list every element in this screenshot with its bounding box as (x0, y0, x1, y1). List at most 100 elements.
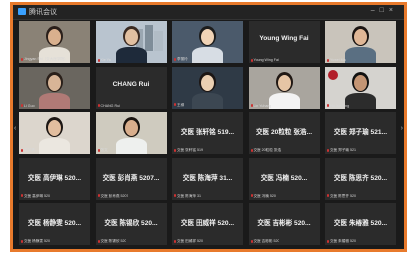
participant-name-display: 交医 张轩铭 519... (180, 129, 235, 136)
participant-tile[interactable]: Jingyan Shi（交大医学院） (19, 21, 90, 63)
participant-tile[interactable]: Ho Jun Ting (325, 66, 396, 109)
participant-name-text: 交医 20粒粒 张浩 (253, 148, 282, 152)
window-controls[interactable]: –□× (371, 7, 398, 14)
participant-name-text: 交医 冯楠 520 (253, 193, 276, 198)
participant-name-label: Young Wing Fai (250, 58, 279, 62)
mic-muted-icon (327, 194, 329, 198)
participant-name-display: 交医 朱椿雅 520... (333, 220, 388, 227)
participant-tile[interactable]: 李丽玲 (172, 21, 243, 63)
participant-name-display: 交医 彭肖燕 5207... (102, 174, 160, 182)
mic-muted-icon (21, 104, 23, 108)
participant-name-text: Lin Yuhang (253, 103, 272, 108)
participant-tile[interactable]: Lin Yuhang (248, 66, 320, 109)
previous-page-icon[interactable]: ‹ (14, 125, 16, 132)
participant-name-label: 交医 张轩铭 519 (174, 148, 203, 153)
meeting-window: 腾讯会议 –□× ‹ › Jingyan Shi（交大医学院） Xie Ya 李丽玲… (10, 2, 407, 252)
participant-name-text: Xie Ya (100, 58, 111, 62)
participant-tile[interactable]: Yuwei Ma (325, 21, 396, 63)
participant-name-text: 交医 张轩铭 519 (177, 148, 203, 152)
mic-muted-icon (174, 194, 176, 198)
mic-muted-icon (327, 104, 329, 108)
participant-name-label: 张文 (97, 148, 108, 153)
participant-tile[interactable]: 交医 郑子瑜 521... 交医 郑子瑜 521 (325, 112, 396, 154)
participant-name-text: 交医 陈思齐 520 (330, 193, 356, 198)
participant-name-label: 交医 陈思齐 520 (327, 194, 356, 199)
participant-name-label: 交医 陈锡欣 520 (97, 239, 127, 244)
participant-name-label: 交医 彭肖燕 5207 (97, 193, 129, 199)
participant-tile[interactable]: Xie Ya (95, 21, 167, 63)
title-bar: 腾讯会议 –□× (13, 5, 404, 20)
next-page-icon[interactable]: › (401, 125, 403, 132)
mic-muted-icon (97, 58, 100, 62)
mic-muted-icon (250, 194, 253, 198)
participant-tile[interactable]: 交医 田威祥 520... 交医 田威祥 520 (172, 203, 243, 245)
participant-name-display: 交医 陈锡欣 520... (104, 220, 158, 227)
participant-name-label: 交医 田威祥 520 (174, 239, 203, 244)
mic-muted-icon (327, 58, 329, 62)
participant-name-text: Li Guo (24, 103, 35, 108)
participant-tile[interactable]: 周宇晴 (19, 112, 90, 154)
participant-name-label: 王柳 (174, 103, 184, 108)
mic-muted-icon (250, 148, 253, 152)
participant-name-display: 交医 20粒粒 张浩... (255, 129, 313, 136)
participant-tile[interactable]: 交医 陈锡欣 520... 交医 陈锡欣 520 (95, 203, 167, 245)
mic-muted-icon (327, 148, 329, 152)
participant-name-display: 交医 杨静雯 520... (27, 220, 82, 227)
participant-name-text: 交医 陈锡欣 520 (100, 239, 127, 243)
participant-name-text: 交医 田威祥 520 (177, 239, 203, 243)
participant-tile[interactable]: 交医 陈海萍 31... 交医 陈海萍 31 (172, 157, 243, 200)
participant-name-label: 交医 吉彬彬 520 (250, 239, 279, 244)
participant-name-display: 交医 陈海萍 31... (182, 174, 233, 182)
participant-name-display: 交医 陈思齐 520... (333, 174, 388, 182)
participant-tile[interactable]: 王柳 (172, 66, 243, 109)
participant-tile[interactable]: 交医 吉彬彬 520... 交医 吉彬彬 520 (248, 203, 320, 245)
participant-name-display: 交医 高伊琳 520... (27, 174, 82, 182)
mic-muted-icon (174, 57, 176, 61)
participant-tile[interactable]: 交医 陈思齐 520... 交医 陈思齐 520 (325, 157, 396, 200)
participant-name-label: Li Guo (21, 104, 35, 108)
participant-name-text: 交医 郑子瑜 521 (330, 148, 356, 152)
participant-tile[interactable]: 交医 高伊琳 520... 交医 高伊琳 520 (19, 157, 90, 200)
participant-tile[interactable]: Li Guo (19, 66, 90, 109)
mic-muted-icon (97, 148, 100, 152)
participant-name-label: 交医 郑子瑜 521 (327, 148, 356, 153)
participant-tile[interactable]: 交医 冯楠 520... 交医 冯楠 520 (248, 157, 320, 200)
mic-muted-icon (174, 148, 176, 152)
participant-tile[interactable]: 交医 朱椿雅 520... 交医 朱椿雅 520 (325, 203, 396, 245)
participant-name-label: Xie Ya (97, 58, 111, 62)
participant-tile[interactable]: 交医 彭肖燕 5207... 交医 彭肖燕 5207 (95, 157, 167, 200)
participant-tile[interactable]: 交医 杨静雯 520... 交医 杨静雯 520 (19, 203, 90, 245)
mic-muted-icon (250, 104, 253, 108)
mic-muted-icon (174, 103, 176, 107)
participant-name-text: Yuwei Ma (330, 58, 346, 62)
participant-name-label: 周宇晴 (21, 148, 35, 153)
participant-name-label: Ho Jun Ting (327, 104, 349, 108)
participant-name-display: CHANG Rui (112, 80, 150, 88)
participant-name-text: 交医 朱椿雅 520 (330, 239, 356, 243)
participant-tile[interactable]: 张文 (95, 112, 167, 154)
participant-tile[interactable]: CHANG Rui CHANG Rui (95, 66, 167, 109)
participant-name-label: 交医 杨静雯 520 (21, 239, 50, 244)
participant-name-label: 交医 朱椿雅 520 (327, 239, 356, 244)
participant-name-text: CHANG Rui (100, 103, 120, 108)
participant-name-label: 交医 陈海萍 31 (174, 194, 201, 199)
participant-name-text: 王柳 (177, 102, 185, 107)
participant-tile[interactable]: 交医 张轩铭 519... 交医 张轩铭 519 (172, 112, 243, 154)
mic-muted-icon (97, 194, 100, 198)
mic-muted-icon (174, 239, 176, 243)
participant-name-label: Lin Yuhang (250, 103, 272, 108)
video-feed (95, 21, 167, 63)
participant-tile[interactable]: 交医 20粒粒 张浩... 交医 20粒粒 张浩 (248, 112, 320, 154)
participant-name-text: 交医 彭肖燕 5207 (100, 193, 129, 198)
mic-muted-icon (97, 104, 100, 108)
participant-name-text: 交医 陈海萍 31 (177, 193, 201, 198)
app-logo-icon (18, 8, 26, 15)
participant-name-label: 交医 高伊琳 520 (21, 194, 50, 199)
participant-name-display: 交医 冯楠 520... (260, 174, 308, 182)
participant-name-label: CHANG Rui (97, 103, 120, 108)
mic-muted-icon (327, 239, 329, 243)
participant-tile[interactable]: Young Wing Fai Young Wing Fai (248, 21, 320, 63)
participant-name-label: 交医 冯楠 520 (250, 193, 276, 199)
participant-grid: Jingyan Shi（交大医学院） Xie Ya 李丽玲 Young Wing Fa… (19, 21, 399, 249)
participant-name-display: Young Wing Fai (259, 35, 309, 42)
